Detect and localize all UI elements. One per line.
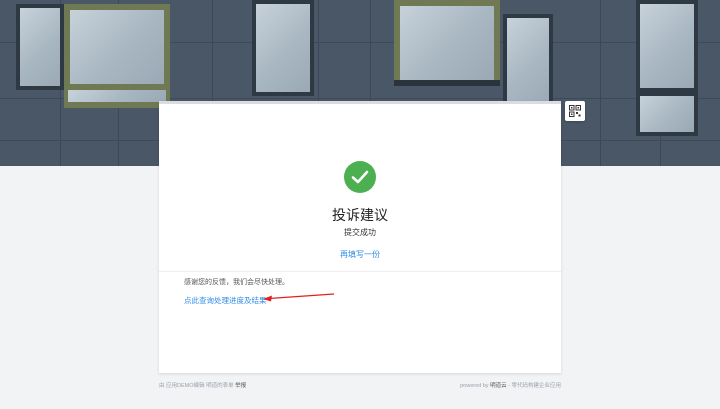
form-title: 投诉建议 bbox=[332, 207, 388, 223]
brand-link[interactable]: 明道云 bbox=[490, 383, 507, 389]
query-progress-link[interactable]: 点此查询处理进度及结果 bbox=[184, 295, 267, 306]
footer-slogan: - 零代码构建企业应用 bbox=[508, 383, 561, 389]
qr-code-button[interactable] bbox=[565, 101, 585, 121]
fill-again-link[interactable]: 再填写一份 bbox=[159, 249, 561, 260]
footer-app-name: 应用DEMO编辑 明道的表单 bbox=[166, 383, 234, 389]
thanks-message: 感谢您的反馈，我们会尽快处理。 bbox=[184, 279, 289, 286]
footer-prefix: 由 bbox=[159, 383, 165, 389]
footer-left: 由 应用DEMO编辑 明道的表单 举报 bbox=[159, 381, 246, 389]
report-link[interactable]: 举报 bbox=[235, 383, 246, 389]
submission-result-card: 投诉建议 提交成功 再填写一份 感谢您的反馈，我们会尽快处理。 点此查询处理进度… bbox=[159, 101, 561, 373]
divider bbox=[159, 271, 561, 272]
powered-by-label: powered by bbox=[460, 383, 489, 389]
check-circle-icon bbox=[344, 161, 376, 193]
footer-right: powered by 明道云 - 零代码构建企业应用 bbox=[460, 381, 561, 389]
submit-status: 提交成功 bbox=[344, 228, 376, 237]
red-arrow-annotation bbox=[263, 293, 335, 302]
qr-code-icon bbox=[569, 105, 581, 117]
